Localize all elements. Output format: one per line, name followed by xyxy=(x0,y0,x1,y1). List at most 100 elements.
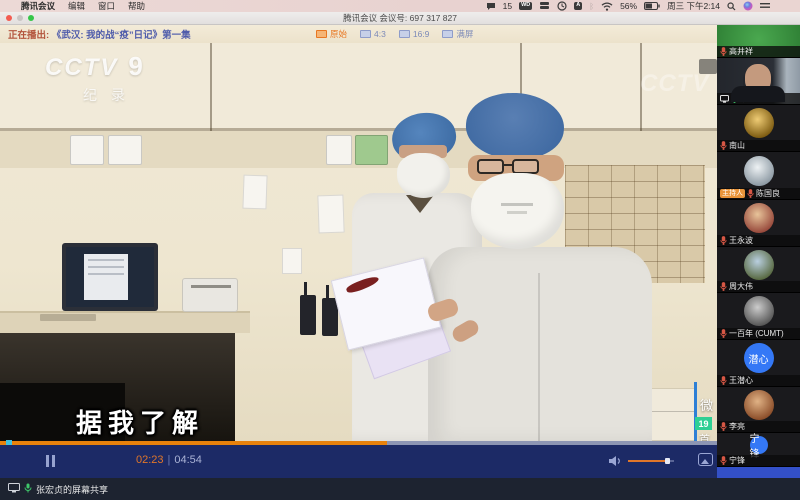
overlay-divider-line xyxy=(694,382,697,441)
participant-tile[interactable]: 李亮 xyxy=(717,387,800,433)
clock-icon[interactable] xyxy=(557,1,567,11)
wall-paper xyxy=(282,248,302,274)
participant-label-bar: 张宏贞 xyxy=(717,93,800,104)
notification-center-icon[interactable] xyxy=(760,2,770,10)
mic-icon xyxy=(720,325,727,341)
mic-icon xyxy=(747,185,754,201)
participant-avatar xyxy=(744,390,774,420)
volume-handle[interactable] xyxy=(665,458,670,464)
cctv9-channel-logo: CCTV9 纪录 xyxy=(45,51,145,105)
menu-app-name[interactable]: 腾讯会议 xyxy=(21,0,55,12)
spotlight-search-icon[interactable] xyxy=(727,2,736,11)
participant-avatar: 宁锋 xyxy=(750,436,768,454)
mic-icon xyxy=(720,232,727,248)
basket xyxy=(70,135,104,165)
aspect-icon xyxy=(442,30,453,38)
participant-tile[interactable]: 高井祥 xyxy=(717,25,800,58)
corner-logo xyxy=(699,59,717,74)
participant-name: 李亮 xyxy=(729,421,745,432)
menu-help[interactable]: 帮助 xyxy=(128,0,145,12)
aspect-button-满屏[interactable]: 满屏 xyxy=(442,28,473,40)
participant-name: 王潜心 xyxy=(729,375,753,386)
printer-icon[interactable] xyxy=(539,2,550,11)
player-control-bar: 02:23|04:54 xyxy=(0,445,717,478)
bluetooth-icon[interactable]: ᛒ xyxy=(589,2,594,11)
participant-avatar xyxy=(744,296,774,326)
aspect-button-16:9[interactable]: 16:9 xyxy=(399,29,430,39)
participant-tile[interactable]: 宁锋 宁锋 xyxy=(717,433,800,467)
walkie-talkie xyxy=(300,295,316,335)
gown-seam xyxy=(538,273,540,441)
glasses-bridge xyxy=(503,164,513,166)
overlay-char: 微 xyxy=(700,395,713,414)
participant-avatar: 潜心 xyxy=(744,343,774,373)
screen-share-icon xyxy=(8,480,20,498)
sidebar-bottom-strip[interactable] xyxy=(717,467,800,478)
time-display: 02:23|04:54 xyxy=(136,454,202,466)
video-frame[interactable]: CCTV9 纪录 CCTV 微 19 首 据我了解 xyxy=(0,43,717,441)
desktop: { "menubar": { "apple": "", "items": ["腾… xyxy=(0,0,800,500)
mic-icon xyxy=(720,278,727,294)
participant-tile[interactable]: 主持人 陈国良 xyxy=(717,152,800,200)
participant-label-bar: 王永波 xyxy=(717,235,800,246)
glasses xyxy=(477,159,504,174)
nurse-left-mask xyxy=(397,153,450,198)
basket xyxy=(326,135,352,165)
printer xyxy=(182,278,238,312)
participant-label-bar: 南山 xyxy=(717,140,800,151)
now-playing-text: 正在播出: 《武汉: 我的战“疫”日记》第一集 xyxy=(8,27,191,41)
wifi-icon[interactable] xyxy=(601,2,613,11)
siri-icon[interactable] xyxy=(743,1,753,11)
volume-slider[interactable] xyxy=(628,460,674,462)
meeting-bottom-bar: 张宏贞的屏幕共享 xyxy=(0,478,800,500)
player-info-banner: 正在播出: 《武汉: 我的战“疫”日记》第一集 原始 4:3 16:9 满屏 xyxy=(0,25,717,43)
keyboard xyxy=(40,314,96,321)
mic-icon xyxy=(720,137,727,153)
input-source-icon[interactable]: A xyxy=(574,2,582,10)
screen-share-icon xyxy=(720,90,729,106)
menu-edit[interactable]: 编辑 xyxy=(68,0,85,12)
mic-icon xyxy=(731,90,738,106)
desk xyxy=(0,311,250,333)
wall-paper xyxy=(242,175,267,210)
mic-icon xyxy=(720,372,727,388)
aspect-button-原始[interactable]: 原始 xyxy=(316,28,347,40)
menu-bar-clock[interactable]: 周三 下午2:14 xyxy=(667,0,720,12)
participant-tile[interactable]: 潜心 王潜心 xyxy=(717,340,800,387)
aspect-icon xyxy=(399,30,410,38)
nurse-right-mask xyxy=(471,173,564,249)
aspect-button-4:3[interactable]: 4:3 xyxy=(360,29,386,39)
participant-label-bar: 李亮 xyxy=(717,421,800,432)
participant-name: 王永波 xyxy=(729,235,753,246)
participant-tile[interactable]: 王永波 xyxy=(717,200,800,247)
participant-tile[interactable]: 一百年 (CUMT) xyxy=(717,293,800,340)
shared-screen-region: 正在播出: 《武汉: 我的战“疫”日记》第一集 原始 4:3 16:9 满屏 xyxy=(0,25,717,478)
green-basket xyxy=(355,135,388,165)
aspect-icon xyxy=(316,30,327,38)
macos-menu-bar: 腾讯会议 编辑 窗口 帮助 15 WD A ᛒ 56% 周三 下 xyxy=(0,0,800,12)
volume-icon[interactable] xyxy=(608,454,622,472)
aspect-icon xyxy=(360,30,371,38)
participant-sidebar: 宁锋 宁锋 李亮 潜心 xyxy=(717,25,800,478)
overlay-channel-badge: 19 xyxy=(695,417,712,430)
participant-avatar xyxy=(744,250,774,280)
picture-in-picture-button[interactable] xyxy=(698,453,713,466)
mic-icon xyxy=(720,452,727,468)
wd-drive-icon[interactable]: WD xyxy=(519,2,532,10)
participant-label-bar: 周大伟 xyxy=(717,281,800,292)
window-title: 腾讯会议 会议号: 697 317 827 xyxy=(0,12,800,24)
overlay-char: 首 xyxy=(699,431,710,441)
participant-avatar xyxy=(744,203,774,233)
menu-window[interactable]: 窗口 xyxy=(98,0,115,12)
participant-label-bar: 主持人 陈国良 xyxy=(717,188,800,199)
chat-bubble-icon[interactable] xyxy=(486,2,496,11)
battery-percent: 56% xyxy=(620,1,637,11)
participant-tile[interactable]: 张宏贞 xyxy=(717,58,800,105)
cabinet-seam xyxy=(210,43,212,131)
participant-tile[interactable]: 南山 xyxy=(717,105,800,152)
battery-icon[interactable] xyxy=(644,2,660,10)
video-subtitle: 据我了解 xyxy=(76,403,204,440)
pause-button[interactable] xyxy=(45,455,57,467)
participant-tile[interactable]: 周大伟 xyxy=(717,247,800,293)
participant-name: 一百年 (CUMT) xyxy=(729,328,784,339)
